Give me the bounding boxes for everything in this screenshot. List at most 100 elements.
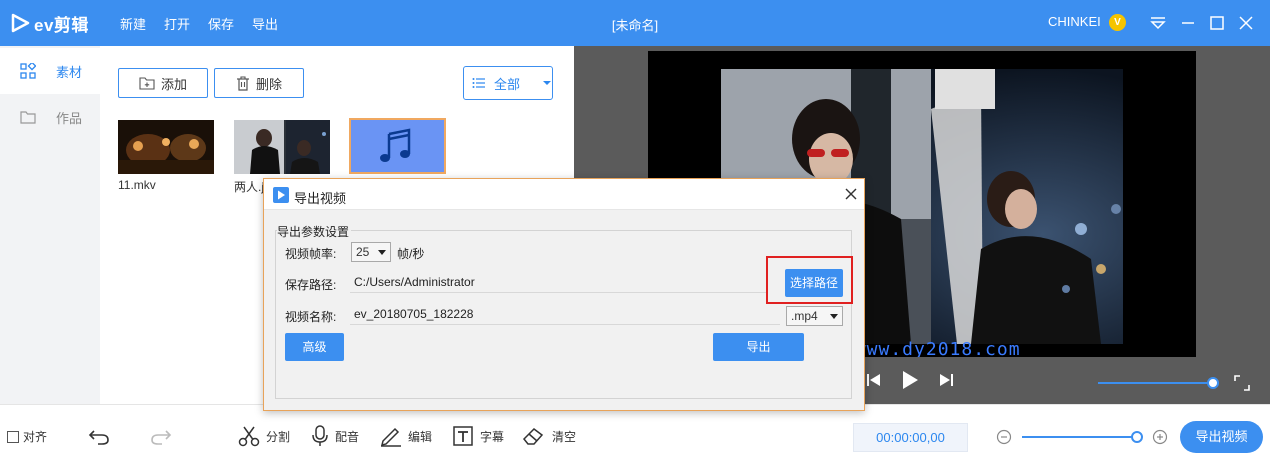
split-label: 分割 [266,429,291,444]
add-label: 添加 [160,76,187,92]
scissors-icon [238,426,260,447]
sidebar-item-label: 作品 [56,110,83,126]
volume-slider[interactable] [1098,382,1214,384]
video-name-input[interactable] [354,307,774,321]
path-underline [350,292,766,293]
path-label: 保存路径: [285,278,337,292]
sidebar-item-material[interactable]: 素材 [0,48,100,94]
name-underline [350,324,780,325]
checkbox-icon[interactable] [7,430,19,443]
redo-button[interactable] [150,427,172,445]
close-window-icon[interactable] [1236,13,1256,33]
sidebar-item-label: 素材 [56,64,83,80]
add-folder-icon [139,77,155,90]
play-icon[interactable] [900,370,920,393]
zoom-in-icon [1152,429,1168,445]
dialog-title: 导出视频 [294,191,347,206]
logo-play-icon [11,13,30,33]
zoom-slider-knob[interactable] [1131,431,1143,443]
filter-value: 全部 [494,76,521,92]
folder-icon [20,111,36,124]
clear-button[interactable]: 清空 [522,425,576,447]
music-note-icon [380,128,411,162]
delete-button[interactable]: 删除 [214,68,304,98]
menu-open[interactable]: 打开 [164,14,190,33]
menu-new[interactable]: 新建 [120,14,146,33]
zoom-slider[interactable] [1022,436,1136,438]
fullscreen-icon[interactable] [1234,375,1250,394]
microphone-icon [312,425,328,446]
delete-label: 删除 [255,76,282,92]
zoom-out-button[interactable] [996,429,1012,445]
app-name: ev剪辑 [34,15,89,35]
subtitle-button[interactable]: 字幕 [452,425,504,447]
dub-label: 配音 [335,429,360,444]
fps-value: 25 [356,245,370,259]
dialog-logo-icon [273,187,289,203]
dialog-export-button[interactable]: 导出 [713,333,804,361]
maximize-icon[interactable] [1207,13,1227,33]
main-menu: 新建 打开 保存 导出 [120,14,278,33]
format-value: .mp4 [791,309,818,323]
user-name[interactable]: CHINKEI [1048,14,1101,29]
image-thumbnail-image [234,120,330,174]
dialog-header: 导出视频 [264,179,864,210]
video-thumbnail-image [118,120,214,174]
media-thumb-audio[interactable] [349,118,446,174]
next-frame-icon[interactable] [938,372,954,391]
left-sidebar: 素材 作品 [0,46,100,404]
save-path-value: C:/Users/Administrator [354,275,475,289]
pencil-icon [380,427,401,447]
app-logo: ev剪辑 [10,12,89,35]
bottom-toolbar: 对齐 分割 配音 编辑 字幕 清空 00:00:00,00 导出视频 [0,404,1270,463]
add-button[interactable]: 添加 [118,68,208,98]
prev-frame-icon[interactable] [866,372,882,391]
advanced-button[interactable]: 高级 [285,333,344,361]
list-icon [472,78,485,88]
title-bar: ev剪辑 新建 打开 保存 导出 [未命名] CHINKEI V [0,0,1270,46]
subtitle-label: 字幕 [480,429,505,444]
clear-label: 清空 [552,429,577,444]
menu-save[interactable]: 保存 [208,14,234,33]
format-select[interactable]: .mp4 [786,306,843,326]
dropdown-menu-icon[interactable] [1148,13,1168,33]
zoom-in-button[interactable] [1152,429,1168,445]
export-dialog: 导出视频 导出参数设置 视频帧率: 25 帧/秒 保存路径: C:/Users/… [263,178,865,411]
filter-dropdown[interactable]: 全部 [463,66,553,100]
chevron-down-icon [830,314,838,319]
dub-button[interactable]: 配音 [311,425,359,447]
undo-icon [88,430,109,445]
chevron-down-icon [378,250,386,255]
fps-unit: 帧/秒 [397,247,425,261]
media-thumb-label: 两人.j [234,180,265,194]
chevron-down-icon [543,81,551,85]
media-thumb-video[interactable] [118,120,214,174]
minimize-icon[interactable] [1178,13,1198,33]
group-title: 导出参数设置 [277,223,352,240]
highlight-annotation [766,256,853,304]
export-video-button[interactable]: 导出视频 [1180,421,1263,453]
edit-button[interactable]: 编辑 [380,425,432,447]
name-label: 视频名称: [285,310,337,324]
fps-label: 视频帧率: [285,247,337,261]
edit-label: 编辑 [408,429,433,444]
eraser-icon [522,428,544,445]
sidebar-item-works[interactable]: 作品 [0,94,100,140]
fps-select[interactable]: 25 [351,242,391,262]
media-thumb-label: 11.mkv [118,178,156,192]
undo-button[interactable] [88,427,110,445]
grid-icon [20,63,36,79]
align-label: 对齐 [23,430,48,444]
redo-icon [151,430,172,445]
media-thumb-image[interactable] [234,120,330,174]
zoom-out-icon [996,429,1012,445]
menu-export[interactable]: 导出 [252,14,278,33]
align-checkbox[interactable]: 对齐 [7,428,47,445]
text-icon [453,426,473,446]
vip-badge-icon[interactable]: V [1109,14,1126,31]
trash-icon [236,75,249,91]
dialog-close-icon[interactable] [844,187,858,201]
timecode-display: 00:00:00,00 [853,423,968,452]
split-button[interactable]: 分割 [238,425,290,447]
volume-slider-knob[interactable] [1207,377,1219,389]
